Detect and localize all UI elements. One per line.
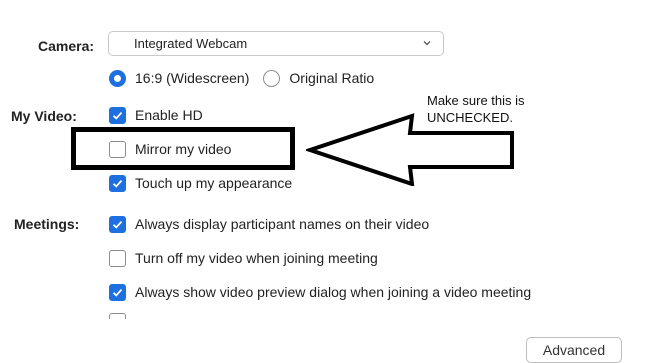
checkbox-display-names[interactable] — [109, 215, 126, 233]
my-video-label: My Video: — [11, 108, 77, 124]
annotation-note: Make sure this is UNCHECKED. — [427, 92, 525, 126]
checkmark-icon — [112, 288, 123, 297]
radio-original-ratio-label: Original Ratio — [289, 70, 375, 86]
camera-label: Camera: — [38, 38, 95, 54]
checkbox-enable-hd[interactable] — [109, 106, 126, 124]
radio-widescreen-label: 16:9 (Widescreen) — [135, 70, 250, 86]
turn-off-video-label: Turn off my video when joining meeting — [135, 250, 378, 266]
advanced-button[interactable]: Advanced — [526, 337, 622, 363]
option-display-names[interactable]: Always display participant names on thei… — [109, 213, 429, 235]
annotation-highlight-box — [71, 127, 295, 170]
checkmark-icon — [112, 220, 123, 229]
checkbox-video-preview[interactable] — [109, 283, 126, 301]
video-preview-label: Always show video preview dialog when jo… — [135, 284, 532, 300]
radio-original-ratio[interactable] — [263, 69, 281, 87]
chevron-down-icon — [423, 41, 431, 46]
annotation-line-1: Make sure this is — [427, 93, 525, 108]
camera-select-value: Integrated Webcam — [134, 36, 248, 51]
option-enable-hd[interactable]: Enable HD — [109, 104, 203, 126]
option-turn-off-video[interactable]: Turn off my video when joining meeting — [109, 247, 378, 269]
meetings-label: Meetings: — [14, 216, 80, 232]
option-video-preview[interactable]: Always show video preview dialog when jo… — [109, 281, 531, 303]
annotation-line-2: UNCHECKED. — [427, 110, 513, 125]
checkbox-touch-up[interactable] — [109, 174, 126, 192]
radio-widescreen[interactable] — [109, 69, 126, 87]
aspect-ratio-group: 16:9 (Widescreen) Original Ratio — [109, 67, 374, 89]
clipped-option-row — [109, 313, 349, 319]
option-touch-up[interactable]: Touch up my appearance — [109, 172, 292, 194]
checkmark-icon — [112, 111, 123, 120]
checkbox-clipped[interactable] — [109, 313, 126, 319]
display-names-label: Always display participant names on thei… — [135, 216, 430, 232]
enable-hd-label: Enable HD — [135, 107, 203, 123]
checkbox-turn-off-video[interactable] — [109, 249, 126, 267]
touch-up-label: Touch up my appearance — [135, 175, 293, 191]
checkmark-icon — [112, 179, 123, 188]
camera-select[interactable]: Integrated Webcam — [108, 31, 444, 56]
